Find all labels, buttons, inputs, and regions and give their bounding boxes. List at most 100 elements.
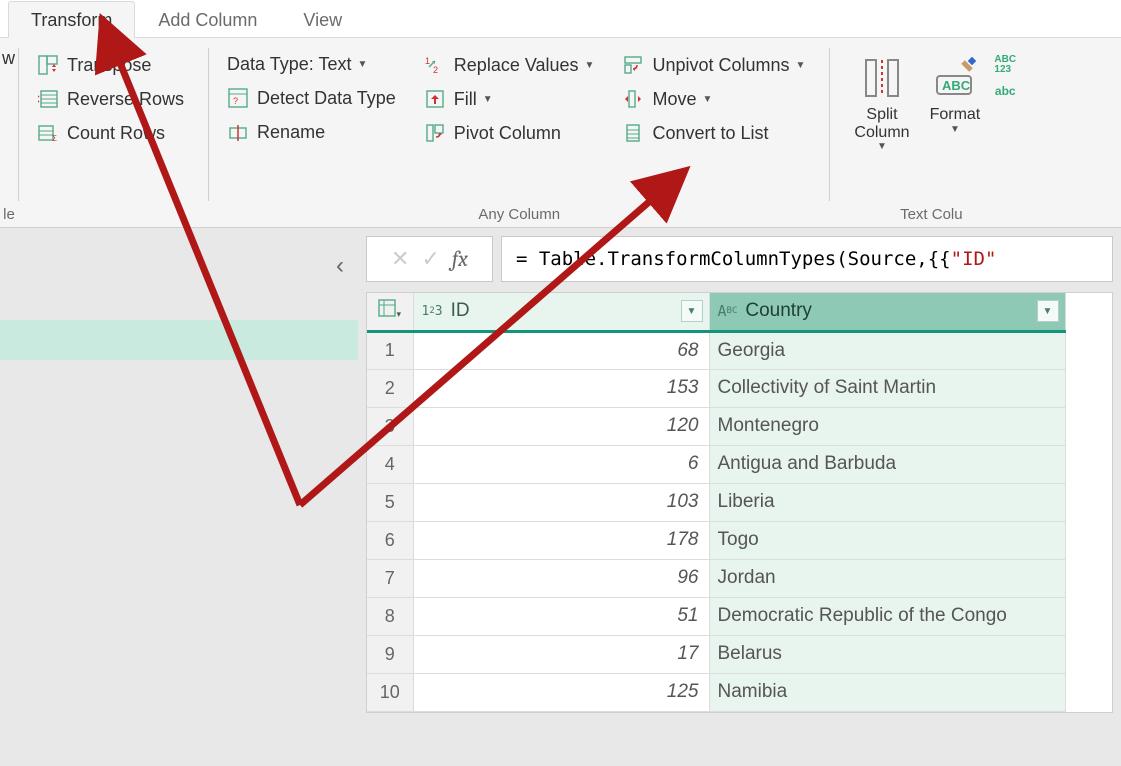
tab-view[interactable]: View bbox=[280, 1, 365, 38]
main-pane: ✕ ✓ fx = Table.TransformColumnTypes(Sour… bbox=[358, 228, 1121, 766]
chevron-down-icon: ▼ bbox=[357, 59, 367, 70]
table-row[interactable]: 5103Liberia bbox=[367, 483, 1065, 521]
tab-add-column[interactable]: Add Column bbox=[135, 1, 280, 38]
merge-columns-button[interactable]: ABC 123 bbox=[990, 52, 1028, 78]
format-label: Format bbox=[930, 106, 981, 124]
ribbon-group-cutoff-left: w le bbox=[0, 44, 18, 225]
collapse-pane-button[interactable]: ‹ bbox=[336, 252, 344, 280]
table-row[interactable]: 2153Collectivity of Saint Martin bbox=[367, 369, 1065, 407]
cell-country[interactable]: Montenegro bbox=[709, 407, 1065, 445]
formula-cancel-icon[interactable]: ✕ bbox=[391, 246, 409, 272]
extract-button[interactable]: abc bbox=[990, 78, 1028, 104]
row-header[interactable]: 1 bbox=[367, 331, 413, 369]
cell-id[interactable]: 6 bbox=[413, 445, 709, 483]
data-type-dropdown[interactable]: Data Type: Text ▼ bbox=[223, 48, 406, 81]
column-id-filter-button[interactable]: ▼ bbox=[681, 300, 703, 322]
chevron-down-icon: ▼ bbox=[702, 94, 712, 105]
number-type-icon: 123 bbox=[422, 304, 443, 319]
table-row[interactable]: 6178Togo bbox=[367, 521, 1065, 559]
row-header[interactable]: 8 bbox=[367, 597, 413, 635]
cell-country[interactable]: Collectivity of Saint Martin bbox=[709, 369, 1065, 407]
cell-id[interactable]: 120 bbox=[413, 407, 709, 445]
formula-confirm-icon[interactable]: ✓ bbox=[421, 246, 439, 272]
cell-id[interactable]: 68 bbox=[413, 331, 709, 369]
abc123-icon: ABC 123 bbox=[994, 54, 1016, 76]
cell-country[interactable]: Togo bbox=[709, 521, 1065, 559]
unpivot-columns-dropdown[interactable]: Unpivot Columns ▼ bbox=[618, 48, 815, 82]
formula-text: = Table.TransformColumnTypes(Source,{{ bbox=[516, 248, 951, 270]
table-row[interactable]: 917Belarus bbox=[367, 635, 1065, 673]
detect-data-type-label: Detect Data Type bbox=[257, 88, 396, 109]
cell-id[interactable]: 178 bbox=[413, 521, 709, 559]
cell-id[interactable]: 153 bbox=[413, 369, 709, 407]
table-row[interactable]: 46Antigua and Barbuda bbox=[367, 445, 1065, 483]
table-row[interactable]: 851Democratic Republic of the Congo bbox=[367, 597, 1065, 635]
cell-country[interactable]: Liberia bbox=[709, 483, 1065, 521]
any-column-group-label: Any Column bbox=[209, 206, 829, 223]
fx-icon[interactable]: fx bbox=[452, 246, 468, 272]
count-rows-icon: Σ bbox=[37, 122, 59, 144]
tab-transform[interactable]: Transform bbox=[8, 1, 135, 38]
pivot-column-icon bbox=[424, 122, 446, 144]
row-header[interactable]: 4 bbox=[367, 445, 413, 483]
reverse-rows-button[interactable]: Reverse Rows bbox=[33, 82, 194, 116]
cell-country[interactable]: Democratic Republic of the Congo bbox=[709, 597, 1065, 635]
fill-dropdown[interactable]: Fill ▼ bbox=[420, 82, 605, 116]
table-row[interactable]: 3120Montenegro bbox=[367, 407, 1065, 445]
text-type-icon: ABC bbox=[718, 302, 738, 320]
work-area: ‹ ✕ ✓ fx = Table.TransformColumnTypes(So… bbox=[0, 228, 1121, 766]
split-column-dropdown[interactable]: Split Column ▼ bbox=[844, 48, 919, 203]
selected-query-highlight[interactable] bbox=[0, 320, 358, 360]
row-header[interactable]: 2 bbox=[367, 369, 413, 407]
cell-id[interactable]: 17 bbox=[413, 635, 709, 673]
row-header[interactable]: 5 bbox=[367, 483, 413, 521]
rename-button[interactable]: Rename bbox=[223, 115, 406, 149]
move-dropdown[interactable]: Move ▼ bbox=[618, 82, 815, 116]
row-header[interactable]: 6 bbox=[367, 521, 413, 559]
column-header-country[interactable]: ABC Country ▼ bbox=[709, 293, 1065, 331]
chevron-down-icon: ▼ bbox=[483, 94, 493, 105]
transpose-button[interactable]: Transpose bbox=[33, 48, 194, 82]
convert-to-list-button[interactable]: Convert to List bbox=[618, 116, 815, 150]
column-header-id-label: ID bbox=[451, 300, 470, 322]
formula-string-literal: "ID" bbox=[951, 248, 997, 270]
transpose-icon bbox=[37, 54, 59, 76]
cell-country[interactable]: Jordan bbox=[709, 559, 1065, 597]
row-header[interactable]: 9 bbox=[367, 635, 413, 673]
unpivot-columns-label: Unpivot Columns bbox=[652, 55, 789, 76]
unpivot-columns-icon bbox=[622, 54, 644, 76]
format-dropdown[interactable]: ABC Format ▼ bbox=[920, 48, 991, 203]
column-header-id[interactable]: 123 ID ▼ bbox=[413, 293, 709, 331]
row-header[interactable]: 7 bbox=[367, 559, 413, 597]
ribbon-group-table: Transpose Reverse Rows Σ Count Rows bbox=[19, 44, 208, 225]
row-header[interactable]: 10 bbox=[367, 673, 413, 711]
cell-country[interactable]: Belarus bbox=[709, 635, 1065, 673]
column-country-filter-button[interactable]: ▼ bbox=[1037, 300, 1059, 322]
formula-input[interactable]: = Table.TransformColumnTypes(Source,{{"I… bbox=[501, 236, 1113, 282]
replace-values-dropdown[interactable]: 12 Replace Values ▼ bbox=[420, 48, 605, 82]
cell-country[interactable]: Namibia bbox=[709, 673, 1065, 711]
cell-id[interactable]: 125 bbox=[413, 673, 709, 711]
svg-text:ABC: ABC bbox=[942, 78, 971, 93]
split-column-icon bbox=[858, 54, 906, 102]
pivot-column-button[interactable]: Pivot Column bbox=[420, 116, 605, 150]
table-row[interactable]: 10125Namibia bbox=[367, 673, 1065, 711]
cell-country[interactable]: Georgia bbox=[709, 331, 1065, 369]
detect-data-type-button[interactable]: ? Detect Data Type bbox=[223, 81, 406, 115]
chevron-down-icon: ▼ bbox=[950, 124, 960, 135]
count-rows-button[interactable]: Σ Count Rows bbox=[33, 116, 194, 150]
cell-country[interactable]: Antigua and Barbuda bbox=[709, 445, 1065, 483]
cell-id[interactable]: 51 bbox=[413, 597, 709, 635]
table-row[interactable]: 168Georgia bbox=[367, 331, 1065, 369]
data-grid: ▾ 123 ID ▼ ABC Country bbox=[366, 292, 1113, 713]
cell-id[interactable]: 103 bbox=[413, 483, 709, 521]
svg-text:Σ: Σ bbox=[52, 134, 57, 143]
row-header[interactable]: 3 bbox=[367, 407, 413, 445]
table-corner-button[interactable]: ▾ bbox=[367, 293, 413, 331]
table-row[interactable]: 796Jordan bbox=[367, 559, 1065, 597]
replace-values-icon: 12 bbox=[424, 54, 446, 76]
svg-text:1: 1 bbox=[425, 56, 430, 66]
cell-id[interactable]: 96 bbox=[413, 559, 709, 597]
reverse-rows-label: Reverse Rows bbox=[67, 89, 184, 110]
convert-to-list-icon bbox=[622, 122, 644, 144]
